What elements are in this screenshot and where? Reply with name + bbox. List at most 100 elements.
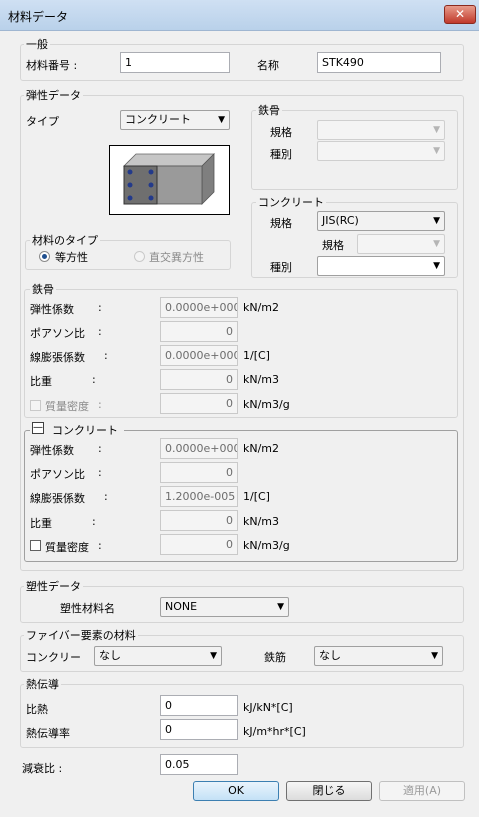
concrete-mass-density-label: 質量密度	[45, 541, 89, 554]
steel-mass-density-checkbox[interactable]	[30, 400, 41, 411]
colon: :	[92, 373, 96, 386]
chevron-down-icon: ▼	[431, 651, 438, 661]
window-title: 材料データ	[8, 10, 69, 24]
steel-kind-select[interactable]: ▼	[317, 141, 445, 161]
chevron-down-icon: ▼	[433, 125, 440, 135]
damping-label: 減衰比 :	[22, 762, 63, 775]
colon: :	[92, 515, 96, 528]
concrete-kind-label: 種別	[270, 261, 292, 274]
steel-unit-weight-label: 比重	[30, 375, 52, 388]
damping-input[interactable]: 0.05	[160, 754, 238, 775]
isotropic-label: 等方性	[55, 251, 88, 264]
steel-mass-density-label: 質量密度	[45, 400, 89, 413]
concrete-unit-weight-label: 比重	[30, 517, 52, 530]
fiber-rebar-select[interactable]: なし ▼	[314, 646, 443, 666]
colon: :	[98, 301, 102, 314]
colon: :	[104, 349, 108, 362]
plastic-material-select[interactable]: NONE ▼	[160, 597, 289, 617]
unit-label: kN/m3/g	[243, 398, 290, 411]
colon: :	[104, 490, 108, 503]
concrete-props-legend: コンクリート	[52, 424, 118, 437]
steel-poisson-input[interactable]: 0	[160, 321, 238, 342]
thermal-group	[20, 684, 464, 748]
steel-mass-density-input[interactable]: 0	[160, 393, 238, 414]
fiber-rebar-value: なし	[319, 649, 341, 662]
chevron-down-icon: ▼	[433, 216, 440, 226]
isotropic-radio[interactable]	[39, 251, 50, 262]
steel-thermal-expansion-input[interactable]: 0.0000e+000	[160, 345, 238, 366]
steel-props-legend: 鉄骨	[30, 281, 56, 297]
title-bar	[0, 0, 479, 31]
concrete-sub-standard-select[interactable]: ▼	[357, 234, 445, 254]
chevron-down-icon: ▼	[433, 146, 440, 156]
chevron-down-icon: ▼	[218, 115, 225, 125]
type-select[interactable]: コンクリート ▼	[120, 110, 230, 130]
unit-label: kN/m3	[243, 373, 280, 386]
concrete-standard-label: 規格	[270, 217, 292, 230]
material-name-input[interactable]: STK490	[317, 52, 441, 73]
fiber-concrete-select[interactable]: なし ▼	[94, 646, 222, 666]
conductivity-label: 熱伝導率	[26, 727, 70, 740]
type-label: タイプ	[26, 115, 59, 128]
thermal-legend: 熱伝導	[24, 676, 61, 692]
chevron-down-icon: ▼	[210, 651, 217, 661]
unit-label: 1/[C]	[243, 349, 270, 362]
steel-elastic-modulus-label: 弾性係数	[30, 303, 74, 316]
collapse-icon[interactable]: —	[32, 422, 44, 434]
unit-label: kN/m3/g	[243, 539, 290, 552]
plastic-legend: 塑性データ	[24, 578, 83, 594]
orthotropic-label: 直交異方性	[149, 251, 204, 264]
fiber-rebar-label: 鉄筋	[264, 651, 286, 664]
material-name-label: 名称	[257, 59, 279, 72]
colon: :	[98, 466, 102, 479]
colon: :	[98, 539, 102, 552]
steel-poisson-label: ポアソン比	[30, 327, 85, 340]
concrete-props-group	[24, 430, 458, 562]
steel-standard-label: 規格	[270, 126, 292, 139]
steel-standard-select[interactable]: ▼	[317, 120, 445, 140]
concrete-elastic-modulus-label: 弾性係数	[30, 444, 74, 457]
conductivity-input[interactable]: 0	[160, 719, 238, 740]
unit-label: kN/m3	[243, 515, 280, 528]
concrete-unit-weight-input[interactable]: 0	[160, 510, 238, 531]
concrete-poisson-label: ポアソン比	[30, 468, 85, 481]
section-preview-image	[109, 145, 230, 215]
type-select-value: コンクリート	[125, 113, 191, 126]
plastic-material-label: 塑性材料名	[60, 602, 115, 615]
material-number-input[interactable]: 1	[120, 52, 230, 73]
fiber-legend: ファイバー要素の材料	[24, 627, 138, 643]
steel-standard-legend: 鉄骨	[256, 102, 282, 118]
close-window-button[interactable]: ✕	[444, 5, 476, 24]
concrete-standard-value: JIS(RC)	[322, 214, 359, 227]
concrete-mass-density-checkbox[interactable]	[30, 540, 41, 551]
unit-label: kN/m2	[243, 301, 280, 314]
concrete-standard-select[interactable]: JIS(RC) ▼	[317, 211, 445, 231]
material-number-label: 材料番号 :	[26, 59, 78, 72]
fiber-concrete-value: なし	[99, 649, 121, 662]
steel-kind-label: 種別	[270, 148, 292, 161]
steel-unit-weight-input[interactable]: 0	[160, 369, 238, 390]
concrete-standard-legend: コンクリート	[256, 194, 326, 210]
material-type-legend: 材料のタイプ	[30, 232, 100, 248]
concrete-mass-density-input[interactable]: 0	[160, 534, 238, 555]
concrete-poisson-input[interactable]: 0	[160, 462, 238, 483]
specific-heat-label: 比熱	[26, 703, 48, 716]
concrete-elastic-modulus-input[interactable]: 0.0000e+000	[160, 438, 238, 459]
unit-label: 1/[C]	[243, 490, 270, 503]
fiber-concrete-label: コンクリー	[26, 651, 81, 664]
concrete-thermal-expansion-label: 線膨張係数	[30, 492, 85, 505]
general-legend: 一般	[24, 36, 50, 52]
unit-label: kN/m2	[243, 442, 280, 455]
concrete-thermal-expansion-input[interactable]: 1.2000e-005	[160, 486, 238, 507]
close-button[interactable]: 閉じる	[286, 781, 372, 801]
steel-props-group	[24, 289, 458, 418]
specific-heat-input[interactable]: 0	[160, 695, 238, 716]
orthotropic-radio[interactable]	[134, 251, 145, 262]
apply-button[interactable]: 適用(A)	[379, 781, 465, 801]
specific-heat-unit: kJ/kN*[C]	[243, 701, 293, 714]
ok-button[interactable]: OK	[193, 781, 279, 801]
colon: :	[98, 325, 102, 338]
concrete-kind-select[interactable]: ▼	[317, 256, 445, 276]
steel-elastic-modulus-input[interactable]: 0.0000e+000	[160, 297, 238, 318]
colon: :	[98, 398, 102, 411]
